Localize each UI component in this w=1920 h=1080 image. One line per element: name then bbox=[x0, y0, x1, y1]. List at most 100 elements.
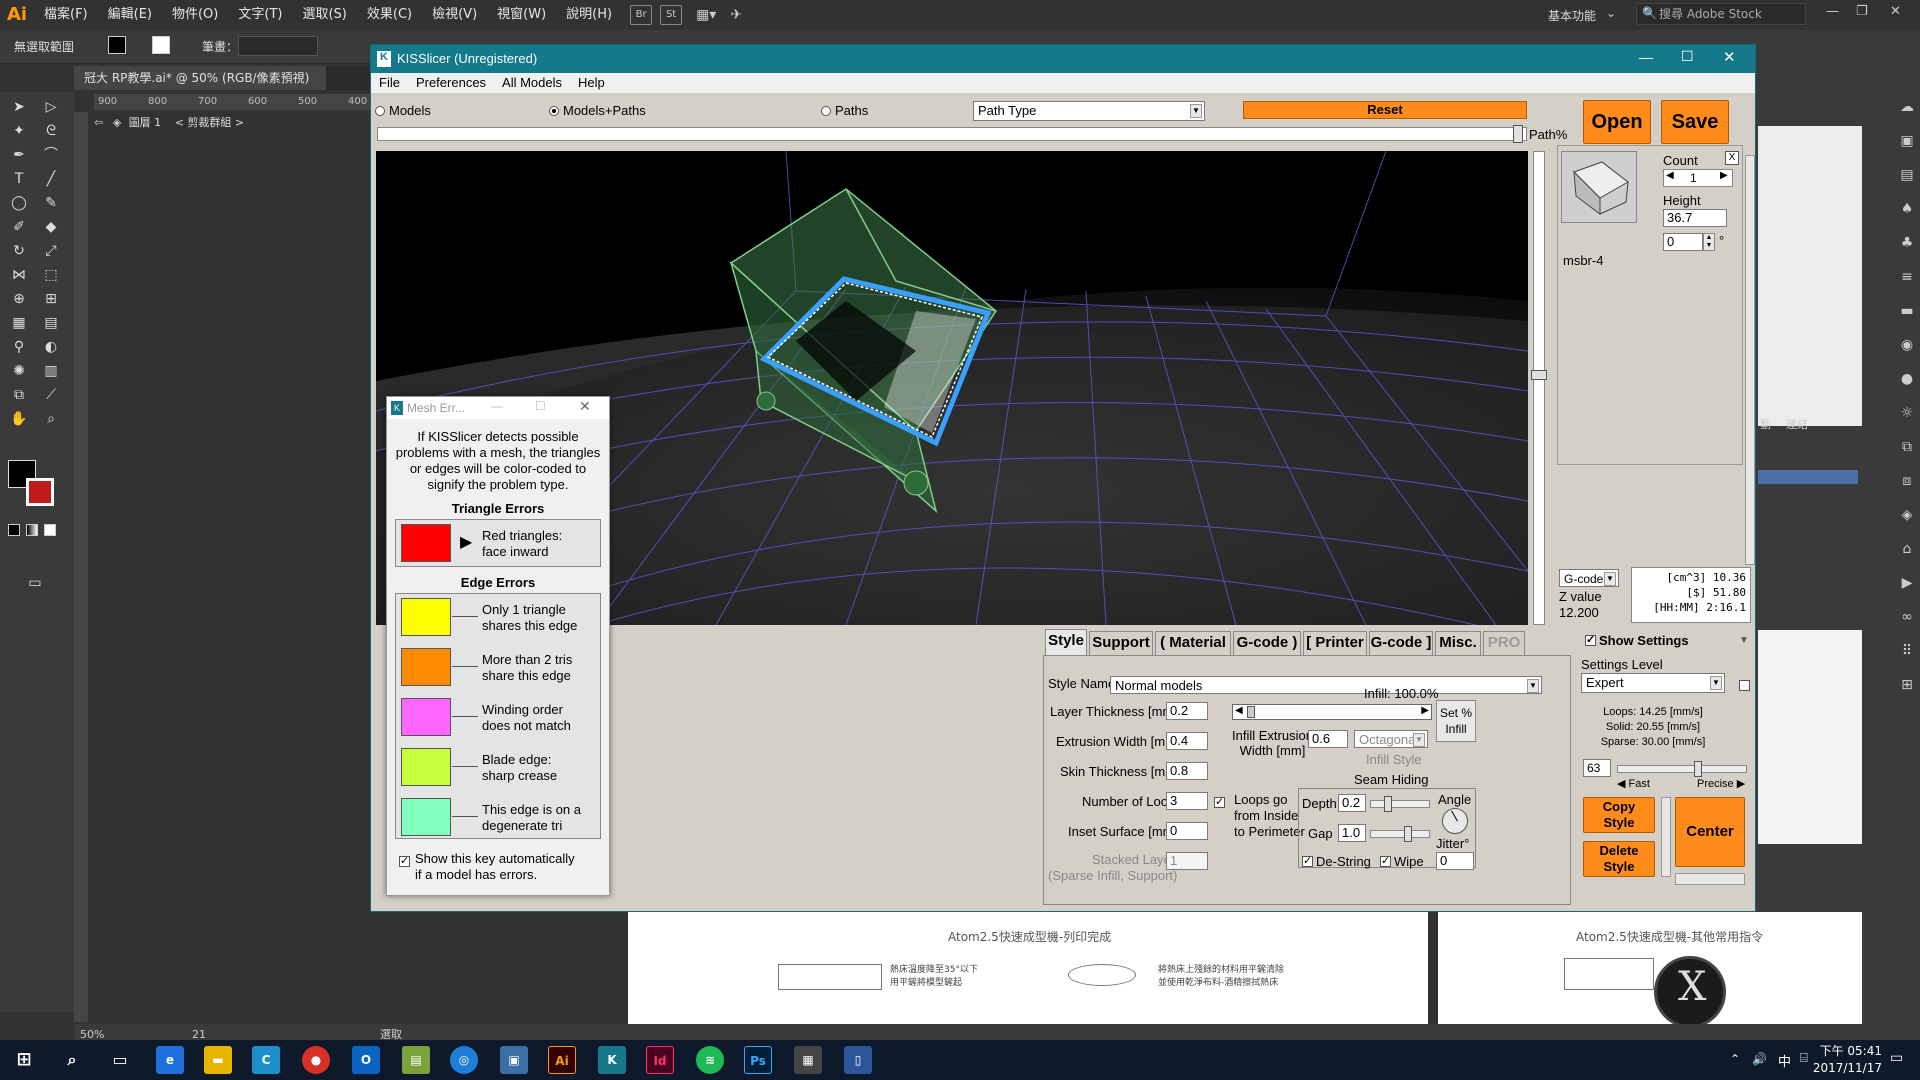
menu-help[interactable]: 說明(H) bbox=[556, 0, 622, 30]
menu-select[interactable]: 選取(S) bbox=[292, 0, 356, 30]
stroke-weight-input[interactable] bbox=[238, 36, 318, 56]
gap-input[interactable]: 1.0 bbox=[1338, 824, 1366, 842]
tab-style[interactable]: Style bbox=[1045, 629, 1087, 655]
radio-models[interactable]: Models bbox=[375, 103, 431, 118]
arrange-documents-icon[interactable]: ▦▾ bbox=[696, 7, 716, 23]
volume-icon[interactable]: 🔊 bbox=[1752, 1052, 1767, 1066]
center-scroll[interactable] bbox=[1675, 873, 1745, 885]
bridge-button[interactable]: Br bbox=[630, 5, 653, 25]
task-view-icon[interactable]: ▭ bbox=[106, 1046, 134, 1074]
column-graph-icon[interactable]: ▥ bbox=[40, 360, 62, 382]
infill-extrusion-input[interactable]: 0.6 bbox=[1308, 730, 1348, 748]
scale-tool-icon[interactable]: ⤢ bbox=[40, 240, 62, 262]
speed-slider[interactable] bbox=[1617, 765, 1747, 773]
model-name[interactable]: msbr-4 bbox=[1563, 253, 1603, 268]
delete-style-button[interactable]: Delete Style bbox=[1583, 841, 1655, 877]
model-thumbnail[interactable] bbox=[1561, 151, 1637, 223]
panel-tab[interactable]: 動 bbox=[1760, 416, 1771, 432]
jitter-input[interactable]: 0 bbox=[1436, 852, 1474, 870]
paintbrush-icon[interactable]: ✎ bbox=[40, 192, 62, 214]
ime-indicator[interactable]: 中 bbox=[1778, 1051, 1791, 1070]
gcode-view-select[interactable]: G-code ▼ bbox=[1559, 569, 1619, 587]
lasso-icon[interactable]: ᘓ bbox=[40, 120, 62, 142]
layers-row-selected[interactable] bbox=[1758, 470, 1858, 484]
maximize-icon[interactable]: ☐ bbox=[1681, 48, 1694, 65]
stroke-swatch[interactable] bbox=[152, 36, 170, 54]
height-input[interactable]: 36.7 bbox=[1663, 209, 1727, 227]
menu-preferences[interactable]: Preferences bbox=[408, 73, 494, 93]
model-list-scrollbar[interactable] bbox=[1745, 155, 1755, 565]
screen-mode-icon[interactable]: ▭ bbox=[24, 572, 46, 594]
perspective-grid-icon[interactable]: ⊞ bbox=[40, 288, 62, 310]
menu-window[interactable]: 視窗(W) bbox=[487, 0, 556, 30]
system-clock[interactable]: 下午 05:41 2017/11/17 bbox=[1813, 1043, 1882, 1077]
infill-slider-thumb[interactable] bbox=[1247, 706, 1255, 718]
loops-input[interactable]: 3 bbox=[1166, 792, 1208, 810]
search-icon[interactable]: ⌕ bbox=[58, 1046, 86, 1074]
notepad-icon[interactable]: ▤ bbox=[402, 1046, 430, 1074]
hand-tool-icon[interactable]: ✋ bbox=[8, 408, 30, 430]
open-button[interactable]: Open bbox=[1583, 100, 1651, 144]
inset-surface-input[interactable]: 0 bbox=[1166, 822, 1208, 840]
mesh-tool-icon[interactable]: ▦ bbox=[8, 312, 30, 334]
close-icon[interactable]: ✕ bbox=[1723, 48, 1736, 66]
menu-object[interactable]: 物件(O) bbox=[162, 0, 228, 30]
fill-swatch[interactable] bbox=[108, 36, 126, 54]
magic-wand-icon[interactable]: ✦ bbox=[8, 120, 30, 142]
slice-tool-icon[interactable]: ⟋ bbox=[40, 384, 62, 406]
menu-view[interactable]: 檢視(V) bbox=[422, 0, 487, 30]
path-type-select[interactable]: Path Type ▼ bbox=[973, 101, 1205, 121]
color-mode-icon[interactable] bbox=[8, 524, 20, 536]
clip-group-label[interactable]: < 剪裁群組 > bbox=[175, 116, 244, 129]
wipe-checkbox[interactable]: Wipe bbox=[1380, 854, 1424, 869]
artboard-tool-icon[interactable]: ⧉ bbox=[8, 384, 30, 406]
menu-file[interactable]: File bbox=[371, 73, 408, 93]
infill-slider[interactable]: ◀ ▶ bbox=[1232, 704, 1432, 720]
reset-button[interactable]: Reset bbox=[1243, 101, 1527, 119]
path-percent-slider[interactable] bbox=[377, 127, 1527, 141]
minimize-icon[interactable]: — bbox=[491, 399, 503, 413]
stroke-color-icon[interactable] bbox=[26, 478, 54, 506]
edge-icon[interactable]: e bbox=[156, 1046, 184, 1074]
ellipse-tool-icon[interactable]: ◯ bbox=[8, 192, 30, 214]
remove-model-button[interactable]: X bbox=[1725, 151, 1739, 165]
show-settings-checkbox[interactable]: Show Settings bbox=[1585, 633, 1689, 648]
menu-help[interactable]: Help bbox=[570, 73, 613, 93]
path-slider-thumb[interactable] bbox=[1513, 125, 1523, 143]
file-explorer-icon[interactable]: ▬ bbox=[204, 1046, 232, 1074]
tab-material[interactable]: ( Material bbox=[1155, 631, 1231, 655]
eraser-icon[interactable]: ◆ bbox=[40, 216, 62, 238]
blend-tool-icon[interactable]: ◐ bbox=[40, 336, 62, 358]
decrement-icon[interactable]: ◀ bbox=[1666, 170, 1674, 181]
infill-increment-icon[interactable]: ▶ bbox=[1421, 705, 1429, 716]
settings-extra-checkbox[interactable] bbox=[1739, 679, 1753, 693]
center-button[interactable]: Center bbox=[1675, 797, 1745, 867]
menu-file[interactable]: 檔案(F) bbox=[34, 0, 98, 30]
panel-icon-strip[interactable]: ☁ ▣ ▤ ♠ ♣ ≡ ▬ ◉ ● ☼ ⧉ ⧈ ◈ ⌂ ▶ ∞ ⠿ ⊞ bbox=[1896, 90, 1918, 790]
network-icon[interactable]: ⌸ bbox=[1800, 1051, 1808, 1066]
gradient-tool-icon[interactable]: ▤ bbox=[40, 312, 62, 334]
kisslicer-icon[interactable]: K bbox=[598, 1046, 626, 1074]
gpu-performance-icon[interactable]: ✈ bbox=[730, 7, 742, 23]
tray-chevron-icon[interactable]: ⌃ bbox=[1730, 1052, 1740, 1066]
close-icon[interactable]: ✕ bbox=[1890, 4, 1901, 19]
eyedropper-icon[interactable]: ⚲ bbox=[8, 336, 30, 358]
zoom-tool-icon[interactable]: ⌕ bbox=[40, 408, 62, 430]
photoshop-icon[interactable]: Ps bbox=[744, 1046, 772, 1074]
free-transform-icon[interactable]: ⬚ bbox=[40, 264, 62, 286]
shape-builder-icon[interactable]: ⊕ bbox=[8, 288, 30, 310]
depth-slider[interactable] bbox=[1370, 800, 1430, 808]
layer-thickness-input[interactable]: 0.2 bbox=[1166, 702, 1208, 720]
tab-printer[interactable]: [ Printer bbox=[1303, 631, 1367, 655]
speed-slider-thumb[interactable] bbox=[1693, 761, 1702, 777]
maximize-icon[interactable]: ❐ bbox=[1856, 4, 1868, 19]
app-icon[interactable]: ◎ bbox=[450, 1046, 478, 1074]
depth-slider-thumb[interactable] bbox=[1384, 796, 1392, 812]
collapse-arrow-icon[interactable]: ▼ bbox=[1739, 635, 1749, 646]
start-icon[interactable]: ⊞ bbox=[10, 1046, 38, 1074]
symbol-sprayer-icon[interactable]: ✺ bbox=[8, 360, 30, 382]
skin-thickness-input[interactable]: 0.8 bbox=[1166, 762, 1208, 780]
tab-material-gcode[interactable]: G-code ) bbox=[1233, 631, 1301, 655]
tab-misc[interactable]: Misc. bbox=[1435, 631, 1481, 655]
gradient-mode-icon[interactable] bbox=[26, 524, 38, 536]
